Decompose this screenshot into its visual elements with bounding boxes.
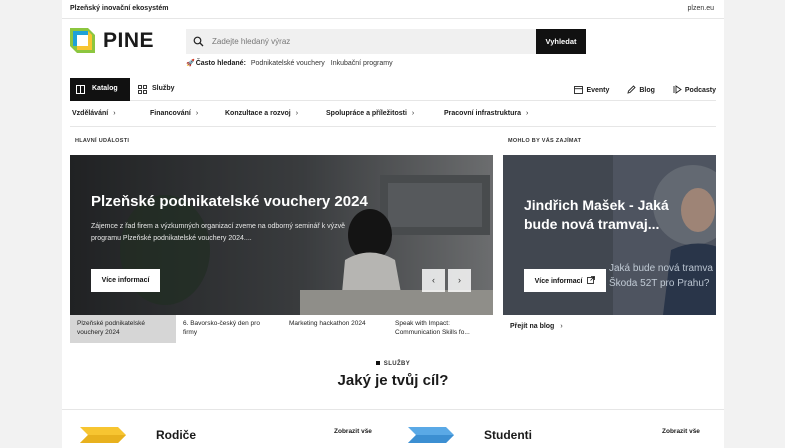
nav-blog-label: Blog: [639, 87, 655, 94]
hero-description: Zájemce z řad firem a výzkumných organiz…: [91, 223, 346, 242]
category-label: Financování: [150, 110, 191, 117]
go-to-blog-link[interactable]: Přejít na blog ›: [510, 323, 563, 330]
chevron-right-icon: ›: [526, 110, 529, 117]
interest-more-button[interactable]: Více informací: [524, 269, 606, 292]
pencil-icon: [627, 85, 636, 94]
interest-bg-text: Jaká bude nová tramva Škoda 52T pro Prahu…: [609, 261, 713, 291]
category-item[interactable]: Vzdělávání ›: [72, 110, 116, 117]
ecosystem-title: Plzeňský inovační ekosystém: [70, 5, 169, 12]
hero-slide[interactable]: Plzeňské podnikatelské vouchery 2024 Záj…: [70, 155, 493, 315]
catalog-icon: [76, 85, 85, 94]
nav-events[interactable]: Eventy: [574, 85, 609, 94]
event-tab[interactable]: 6. Bavorsko-český den pro firmy: [176, 315, 282, 343]
show-all-link[interactable]: Zobrazit vše: [334, 428, 372, 435]
category-item[interactable]: Financování ›: [150, 110, 198, 117]
frequent-link[interactable]: Podnikatelské vouchery: [251, 60, 325, 67]
chevron-right-icon: ›: [560, 323, 563, 330]
category-label: Pracovní infrastruktura: [444, 110, 522, 117]
interest-bg-line: Jaká bude nová tramva: [609, 263, 713, 274]
chevron-stripe-icon: [80, 427, 126, 443]
category-item[interactable]: Spolupráce a příležitosti ›: [326, 110, 414, 117]
interest-card[interactable]: Jaká bude nová tramva Škoda 52T pro Prahu…: [503, 155, 716, 315]
interest-more-label: Více informací: [534, 278, 583, 285]
page: Plzeňský inovační ekosystém plzen.eu PIN…: [62, 0, 724, 448]
plzen-link[interactable]: plzen.eu: [688, 5, 714, 12]
secondary-nav: Eventy Blog Podcasty: [558, 85, 716, 94]
services-tag: SLUŽBY: [62, 361, 724, 367]
service-card-title: Rodiče: [156, 428, 197, 442]
main-events-heading: HLAVNÍ UDÁLOSTI: [75, 138, 130, 144]
external-link-icon: [587, 276, 596, 284]
chevron-right-icon: ›: [113, 110, 116, 117]
tab-catalog[interactable]: Katalog: [70, 78, 130, 101]
rocket-icon: 🚀: [186, 60, 195, 67]
interest-bg-line: Škoda 52T pro Prahu?: [609, 278, 710, 289]
tab-services-label: Služby: [152, 85, 175, 92]
hero-more-button[interactable]: Více informací: [91, 269, 160, 292]
category-label: Konzultace a rozvoj: [225, 110, 291, 117]
category-label: Spolupráce a příležitosti: [326, 110, 407, 117]
show-all-link[interactable]: Zobrazit vše: [662, 428, 700, 435]
category-label: Vzdělávání: [72, 110, 109, 117]
service-card-title: Studenti: [484, 428, 532, 442]
grid-icon: [138, 85, 147, 94]
nav-podcasts-label: Podcasty: [684, 87, 716, 94]
interest-heading: MOHLO BY VÁS ZAJÍMAT: [508, 138, 582, 144]
interest-title: Jindřich Mašek - Jaká bude nová tramvaj.…: [524, 197, 669, 232]
chevron-right-icon: ›: [411, 110, 415, 117]
goal-heading: Jaký je tvůj cíl?: [337, 372, 449, 389]
services-tag-label: SLUŽBY: [383, 361, 411, 367]
play-icon: [673, 85, 682, 94]
go-to-blog-label: Přejít na blog: [510, 323, 555, 330]
chevron-right-icon: ›: [195, 110, 199, 117]
frequent-link[interactable]: Inkubační programy: [331, 60, 393, 67]
pine-logo[interactable]: PINE: [70, 28, 158, 54]
frequent-label: Často hledané:: [195, 60, 246, 67]
search-box[interactable]: [186, 29, 536, 54]
nav-podcasts[interactable]: Podcasty: [673, 85, 716, 94]
main-nav: Katalog Služby Eventy Blog Podcasty: [70, 78, 716, 101]
event-tab[interactable]: Speak with Impact: Communication Skills …: [388, 315, 493, 343]
nav-blog[interactable]: Blog: [627, 85, 655, 94]
divider: [62, 409, 724, 410]
service-card-rodice[interactable]: Rodiče Zobrazit vše: [80, 425, 380, 448]
tab-catalog-label: Katalog: [92, 85, 118, 92]
service-card-studenti[interactable]: Studenti Zobrazit vše: [408, 425, 708, 448]
event-tab[interactable]: Plzeňské podnikatelské vouchery 2024: [70, 315, 176, 343]
pine-logo-icon: [70, 28, 95, 53]
nav-events-label: Eventy: [586, 87, 610, 94]
square-icon: [375, 361, 380, 365]
next-slide-icon[interactable]: ›: [448, 269, 471, 292]
search-icon: [193, 36, 204, 47]
prev-slide-icon[interactable]: ‹: [422, 269, 445, 292]
category-nav: Vzdělávání › Financování › Konzultace a ro…: [70, 103, 716, 127]
hero-title: Plzeňské podnikatelské vouchery 2024: [91, 193, 368, 210]
top-bar: Plzeňský inovační ekosystém plzen.eu: [62, 0, 724, 19]
brand-name: PINE: [103, 29, 155, 52]
search-button[interactable]: Vyhledat: [536, 29, 586, 54]
chevron-right-icon: ›: [295, 110, 299, 117]
chevron-stripe-icon: [408, 427, 454, 443]
search-input[interactable]: [212, 29, 532, 54]
event-tab[interactable]: Marketing hackathon 2024: [282, 315, 388, 343]
calendar-icon: [574, 86, 584, 94]
category-item[interactable]: Konzultace a rozvoj ›: [225, 110, 298, 117]
category-item[interactable]: Pracovní infrastruktura ›: [444, 110, 528, 117]
events-strip: Plzeňské podnikatelské vouchery 2024 6. …: [70, 315, 493, 343]
frequent-searches: 🚀Často hledané: Podnikatelské vouchery I…: [186, 59, 397, 67]
